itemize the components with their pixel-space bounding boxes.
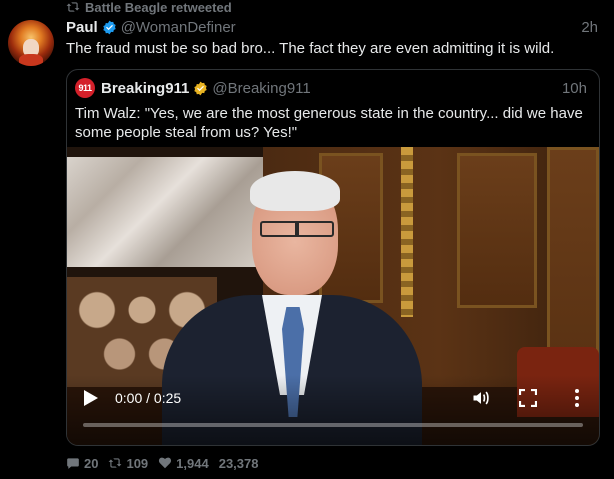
quoted-tweet-header: 911 Breaking911 @Breaking911 10h bbox=[75, 78, 587, 98]
retweet-icon bbox=[109, 458, 122, 468]
view-count: 23,378 bbox=[218, 455, 259, 471]
quoted-timestamp[interactable]: 10h bbox=[562, 80, 587, 97]
quoted-author-name[interactable]: Breaking911 bbox=[101, 80, 189, 97]
volume-icon[interactable] bbox=[471, 388, 491, 408]
quoted-tweet[interactable]: 911 Breaking911 @Breaking911 10h Tim Wal… bbox=[66, 69, 600, 446]
speaker-glasses bbox=[260, 221, 334, 237]
retweet-icon bbox=[66, 2, 80, 12]
like-button[interactable]: 1,944 bbox=[158, 456, 209, 471]
author-handle[interactable]: @WomanDefiner bbox=[121, 19, 236, 36]
verified-badge-icon bbox=[194, 81, 208, 95]
retweet-label: Battle Beagle retweeted bbox=[85, 0, 232, 15]
avatar-body bbox=[19, 54, 43, 66]
video-timecode: 0:00 / 0:25 bbox=[115, 390, 182, 406]
avatar[interactable] bbox=[8, 20, 54, 66]
video-controls: 0:00 / 0:25 bbox=[67, 375, 599, 445]
retweet-indicator[interactable]: Battle Beagle retweeted bbox=[66, 0, 232, 15]
tweet-timestamp[interactable]: 2h bbox=[581, 19, 598, 36]
fullscreen-icon[interactable] bbox=[519, 389, 537, 407]
video-player[interactable]: 0:00 / 0:25 bbox=[67, 147, 599, 445]
quoted-tweet-text: Tim Walz: "Yes, we are the most generous… bbox=[75, 105, 583, 141]
quoted-author-handle[interactable]: @Breaking911 bbox=[212, 80, 310, 97]
quoted-avatar[interactable]: 911 bbox=[75, 78, 95, 98]
heart-icon bbox=[159, 457, 172, 469]
verified-badge-icon bbox=[103, 20, 116, 34]
play-icon[interactable] bbox=[83, 389, 99, 407]
reply-count: 20 bbox=[84, 455, 99, 471]
speaker-hair bbox=[250, 171, 340, 211]
video-progress-bar[interactable] bbox=[83, 423, 583, 427]
reply-button[interactable]: 20 bbox=[66, 456, 98, 471]
retweet-button[interactable]: 109 bbox=[108, 456, 148, 471]
more-options-icon[interactable] bbox=[569, 388, 585, 408]
tweet-text: The fraud must be so bad bro... The fact… bbox=[66, 40, 555, 57]
author-name[interactable]: Paul bbox=[66, 19, 98, 36]
tweet-header: Paul @WomanDefiner 2h bbox=[66, 17, 598, 37]
reply-icon bbox=[67, 458, 79, 469]
video-scene-panel bbox=[457, 153, 537, 308]
like-count: 1,944 bbox=[176, 455, 209, 471]
tweet-actions: 20 109 1,944 23,378 bbox=[66, 455, 268, 471]
views-counter[interactable]: 23,378 bbox=[219, 456, 259, 471]
retweet-count: 109 bbox=[126, 455, 149, 471]
